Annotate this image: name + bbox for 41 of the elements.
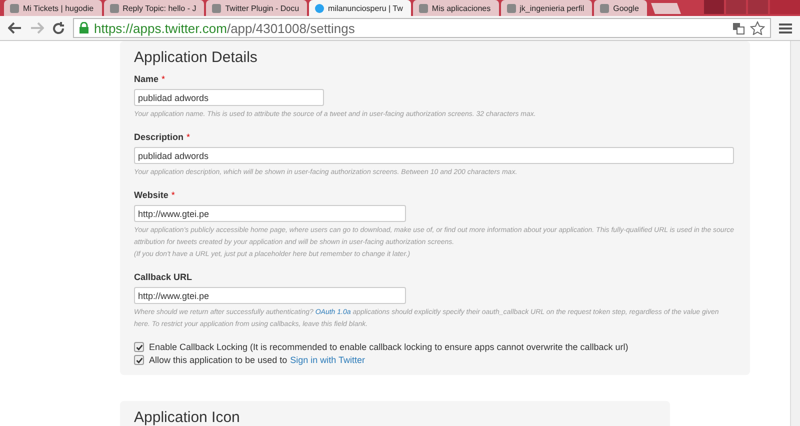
favicon-icon	[110, 4, 119, 12]
favicon-icon	[506, 4, 516, 12]
browser-tab[interactable]: jk_ingenieria perfil	[500, 0, 592, 16]
favicon-icon	[418, 4, 428, 12]
browser-tab[interactable]: Mis aplicaciones	[412, 0, 499, 16]
menu-icon[interactable]	[779, 22, 792, 34]
lock-icon	[79, 22, 89, 34]
required-mark: *	[171, 190, 175, 200]
favicon-icon	[212, 4, 222, 12]
field-label: Callback URL	[134, 272, 192, 282]
sign-in-link[interactable]: Sign in with Twitter	[290, 355, 365, 365]
favicon-icon	[10, 4, 19, 12]
browser-tab[interactable]: Twitter Plugin - Docu	[206, 0, 308, 16]
favicon-icon	[600, 4, 610, 12]
section-title: Application Details	[134, 49, 258, 66]
text-input[interactable]: publidad adwords	[134, 147, 734, 164]
checkbox-label: Allow this application to be used to Sign in with Twitter	[149, 355, 365, 365]
browser-tab[interactable]: milanunciosperu | Tw	[309, 0, 411, 16]
text-input[interactable]: publidad adwords	[134, 89, 324, 106]
new-tab-button[interactable]	[650, 3, 681, 14]
translate-icon[interactable]	[732, 22, 745, 34]
browser-tab[interactable]: Google	[594, 0, 647, 16]
scrollbar[interactable]	[790, 41, 800, 426]
required-mark: *	[186, 132, 190, 142]
favicon-icon	[315, 4, 324, 12]
checkbox[interactable]	[134, 355, 144, 365]
back-icon[interactable]	[8, 22, 22, 34]
field-label: Name	[134, 74, 159, 84]
text-input[interactable]: http://www.gtei.pe	[134, 205, 406, 222]
text-input[interactable]: http://www.gtei.pe	[134, 287, 406, 304]
address-bar[interactable]: https://apps.twitter.com/app/4301008/settings	[73, 18, 771, 38]
section-title: Application Icon	[134, 409, 241, 426]
required-mark: *	[162, 74, 166, 84]
browser-tab[interactable]: Reply Topic: hello - J	[104, 0, 204, 16]
checkbox[interactable]	[134, 342, 144, 352]
field-label: Website	[134, 190, 168, 200]
reload-icon[interactable]	[52, 22, 65, 34]
star-icon[interactable]	[750, 21, 765, 35]
field-label: Description	[134, 132, 184, 142]
checkbox-label: Enable Callback Locking (It is recommended to enable callback locking to ensure apps cannot overwrite the callback url)	[149, 342, 628, 352]
browser-tab[interactable]: Mi Tickets | hugodie	[4, 0, 102, 16]
